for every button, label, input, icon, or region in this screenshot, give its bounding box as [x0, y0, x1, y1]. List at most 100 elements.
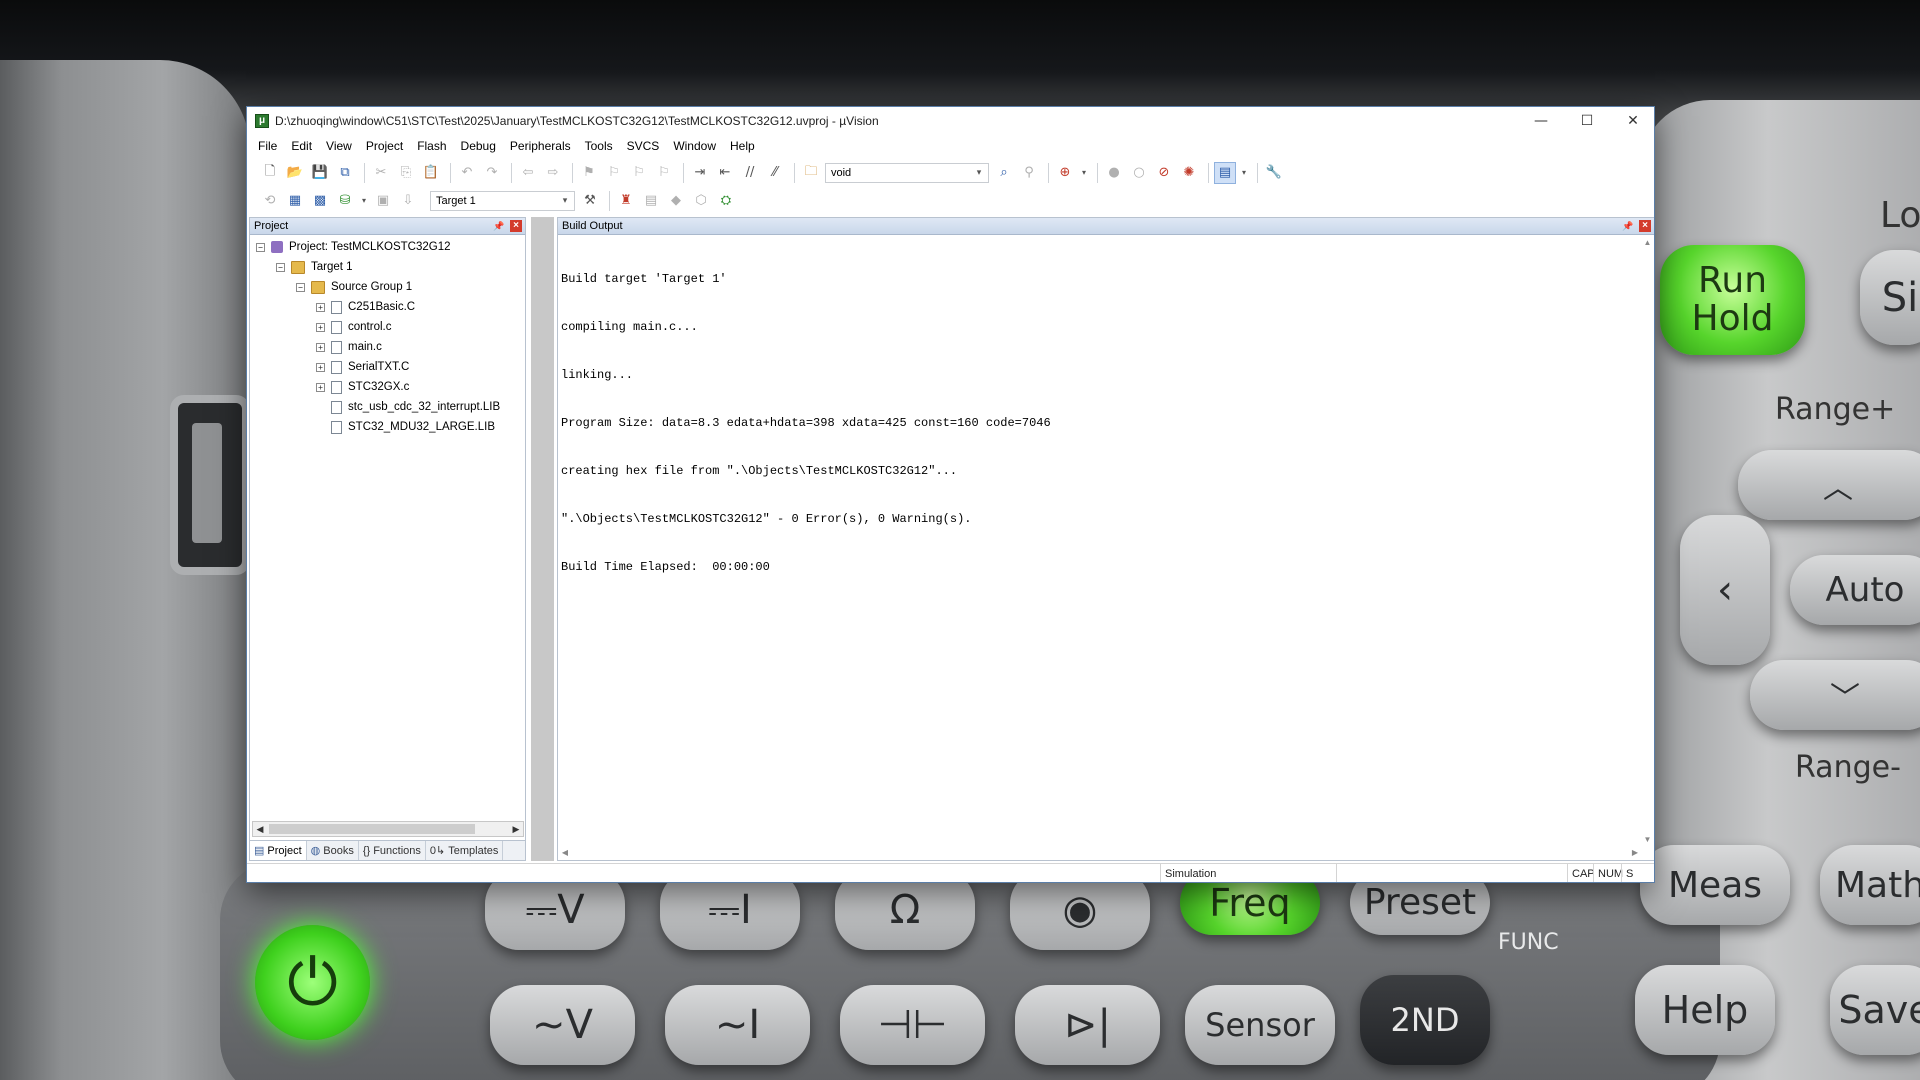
menu-edit[interactable]: Edit [284, 135, 319, 157]
bookmark-prev-icon[interactable]: ⚐ [603, 162, 625, 184]
cut-icon[interactable]: ✂ [370, 162, 392, 184]
chevron-down-icon[interactable]: ▾ [972, 164, 986, 182]
manage-components-icon[interactable]: ♜ [615, 190, 637, 212]
find-icon[interactable]: ⌕ [993, 162, 1015, 184]
new-file-icon[interactable]: 🗋 [259, 162, 281, 184]
expand-icon[interactable]: + [316, 302, 325, 312]
tree-file-node[interactable]: stc_usb_cdc_32_interrupt.LIB [331, 398, 500, 416]
tree-file-node[interactable]: STC32_MDU32_LARGE.LIB [331, 418, 495, 436]
tree-file-node[interactable]: + SerialTXT.C [316, 358, 409, 376]
build-output-text[interactable]: Build target 'Target 1' compiling main.c… [561, 239, 1631, 607]
close-button[interactable]: ✕ [1610, 107, 1654, 135]
pin-icon[interactable]: 📌 [493, 220, 505, 232]
select-packs-icon[interactable]: ◆ [665, 190, 687, 212]
window-layout-icon[interactable]: ▤ [1214, 161, 1236, 184]
expand-icon[interactable]: + [316, 342, 325, 352]
scroll-left-icon[interactable]: ◀ [558, 846, 572, 860]
save-all-icon[interactable]: ⧉ [334, 162, 356, 184]
expand-icon[interactable]: + [316, 382, 325, 392]
project-horizontal-scrollbar[interactable]: ◀ ▶ [252, 821, 524, 837]
expand-icon[interactable]: + [316, 322, 325, 332]
minimize-button[interactable]: — [1518, 107, 1564, 135]
chevron-down-icon[interactable]: ▾ [558, 192, 572, 210]
scroll-right-icon[interactable]: ▶ [509, 822, 523, 836]
tree-project-node[interactable]: − Project: TestMCLKOSTC32G12 [256, 238, 451, 256]
build-output-horizontal-scrollbar[interactable]: ◀ ▶ [558, 846, 1642, 860]
close-icon[interactable]: × [510, 220, 522, 232]
indent-icon[interactable]: ⇥ [689, 162, 711, 184]
open-file-icon[interactable]: 📂 [284, 162, 306, 184]
uncomment-icon[interactable]: ⁄⁄ [764, 162, 786, 184]
menu-tools[interactable]: Tools [578, 135, 620, 157]
collapse-icon[interactable]: − [296, 282, 305, 292]
pack-installer-icon[interactable]: ⛭ [715, 190, 737, 212]
expand-icon[interactable]: + [316, 362, 325, 372]
find-in-files-icon[interactable]: 🗀 [800, 162, 822, 184]
title-bar[interactable]: μ D:\zhuoqing\window\C51\STC\Test\2025\J… [247, 107, 1654, 135]
nav-forward-icon[interactable]: ⇨ [542, 162, 564, 184]
tab-project[interactable]: ▤ Project [250, 841, 307, 860]
breakpoint-enable-icon[interactable]: ○ [1128, 162, 1150, 184]
scroll-right-icon[interactable]: ▶ [1628, 846, 1642, 860]
save-icon[interactable]: 💾 [309, 162, 331, 184]
bookmark-clear-icon[interactable]: ⚐ [653, 162, 675, 184]
undo-icon[interactable]: ↶ [456, 162, 478, 184]
tree-file-node[interactable]: + main.c [316, 338, 382, 356]
collapse-icon[interactable]: − [256, 242, 265, 252]
tree-target-node[interactable]: − Target 1 [276, 258, 353, 276]
menu-debug[interactable]: Debug [454, 135, 503, 157]
tree-file-node[interactable]: + C251Basic.C [316, 298, 415, 316]
menu-help[interactable]: Help [723, 135, 762, 157]
incremental-find-icon[interactable]: ⚲ [1018, 162, 1040, 184]
scroll-left-icon[interactable]: ◀ [253, 822, 267, 836]
menu-view[interactable]: View [319, 135, 359, 157]
configure-icon[interactable]: 🔧 [1263, 162, 1285, 184]
tree-group-node[interactable]: − Source Group 1 [296, 278, 412, 296]
maximize-button[interactable]: ☐ [1564, 107, 1610, 135]
menu-window[interactable]: Window [666, 135, 723, 157]
tab-functions[interactable]: {} Functions [359, 841, 426, 860]
paste-icon[interactable]: 📋 [420, 162, 442, 184]
breakpoint-insert-icon[interactable]: ● [1103, 162, 1125, 184]
chevron-down-icon[interactable]: ▾ [1079, 162, 1089, 184]
tree-file-node[interactable]: + control.c [316, 318, 391, 336]
find-combo[interactable]: void ▾ [825, 162, 989, 183]
unindent-icon[interactable]: ⇤ [714, 162, 736, 184]
bookmark-next-icon[interactable]: ⚐ [628, 162, 650, 184]
copy-icon[interactable]: ⎘ [395, 162, 417, 184]
tab-templates[interactable]: 0↳ Templates [426, 841, 504, 860]
menu-file[interactable]: File [251, 135, 284, 157]
tree-file-node[interactable]: + STC32GX.c [316, 378, 409, 396]
close-icon[interactable]: × [1639, 220, 1651, 232]
translate-icon[interactable]: ⟲ [259, 190, 281, 212]
breakpoint-disable-all-icon[interactable]: ⊘ [1153, 162, 1175, 184]
tab-books[interactable]: ◍ Books [307, 841, 359, 860]
menu-project[interactable]: Project [359, 135, 410, 157]
chevron-down-icon[interactable]: ▾ [1239, 162, 1249, 184]
menu-flash[interactable]: Flash [410, 135, 453, 157]
bookmark-toggle-icon[interactable]: ⚑ [578, 162, 600, 184]
panel-splitter[interactable] [531, 217, 554, 861]
comment-icon[interactable]: // [739, 162, 761, 184]
file-extensions-icon[interactable]: ▤ [640, 190, 662, 212]
run-time-env-icon[interactable]: ⬡ [690, 190, 712, 212]
menu-svcs[interactable]: SVCS [620, 135, 667, 157]
menu-peripherals[interactable]: Peripherals [503, 135, 578, 157]
stop-build-icon[interactable]: ▣ [372, 190, 394, 212]
download-load-icon[interactable]: ⇩ [397, 190, 419, 212]
target-combo[interactable]: Target 1 ▾ [430, 190, 575, 211]
build-icon[interactable]: ▦ [284, 190, 306, 212]
redo-icon[interactable]: ↷ [481, 162, 503, 184]
rebuild-icon[interactable]: ▩ [309, 190, 331, 212]
debug-session-icon[interactable]: ⊕ [1054, 162, 1076, 184]
target-options-icon[interactable]: ⚒ [579, 190, 601, 212]
batch-build-icon[interactable]: ⛁ [334, 190, 356, 212]
breakpoint-kill-all-icon[interactable]: ✺ [1178, 162, 1200, 184]
build-output-vertical-scrollbar[interactable]: ▲ ▼ [1641, 236, 1654, 846]
scrollbar-thumb[interactable] [269, 824, 475, 834]
nav-back-icon[interactable]: ⇦ [517, 162, 539, 184]
pin-icon[interactable]: 📌 [1622, 220, 1634, 232]
collapse-icon[interactable]: − [276, 262, 285, 272]
scroll-down-icon[interactable]: ▼ [1641, 833, 1654, 846]
chevron-down-icon[interactable]: ▾ [359, 190, 369, 212]
